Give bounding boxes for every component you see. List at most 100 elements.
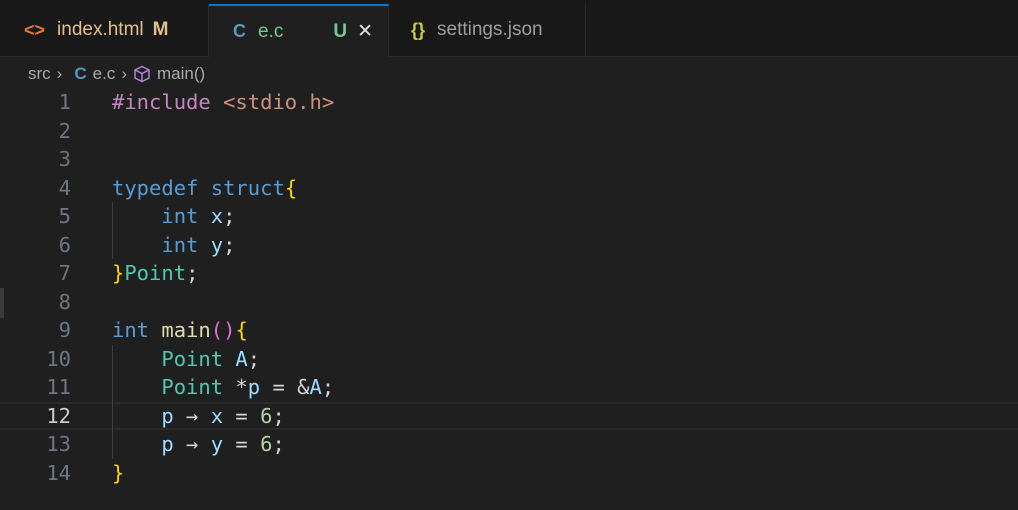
code-line[interactable]: 9 int main(){	[0, 316, 1018, 345]
close-icon[interactable]: ✕	[357, 20, 373, 43]
line-number: 10	[46, 346, 71, 371]
token-plain: ;	[223, 232, 236, 257]
line-text: }	[112, 459, 124, 488]
token-plain: →	[173, 403, 211, 428]
chevron-right-icon: ›	[121, 64, 127, 83]
token-type: Point	[112, 375, 236, 399]
line-number: 11	[46, 375, 71, 399]
token-plain: →	[173, 432, 211, 456]
token-num: 6	[260, 432, 273, 456]
token-brace1: {	[235, 318, 248, 342]
line-number: 9	[58, 318, 71, 342]
token-plain: ;	[272, 403, 285, 428]
line-number: 4	[58, 175, 71, 200]
token-keyword: typedef	[112, 175, 211, 200]
token-type: Point	[124, 261, 187, 285]
token-brace1: }	[112, 460, 125, 485]
tab-index-html[interactable]: <> index.html M	[0, 4, 209, 56]
json-file-icon: {}	[411, 19, 426, 40]
code-line[interactable]: 13 p → y = 6;	[0, 430, 1018, 459]
tab-bar: <> index.html M C e.c U ✕ {} settings.js…	[0, 0, 1018, 57]
breadcrumb-symbol[interactable]: main()	[157, 64, 205, 84]
token-brace1: }	[112, 261, 125, 285]
token-pre: #include	[112, 90, 224, 114]
code-line[interactable]: 7}Point;	[0, 259, 1018, 288]
token-keyword: int	[112, 232, 211, 257]
line-number: 8	[58, 289, 71, 314]
chevron-right-icon: ›	[56, 64, 63, 83]
code-line[interactable]: 12 p → x = 6;	[0, 401, 1018, 430]
token-plain: *	[235, 375, 248, 399]
line-number: 5	[58, 204, 71, 228]
line-number: 6	[58, 232, 71, 257]
code-line[interactable]: 10 Point A;	[0, 345, 1018, 374]
token-var: p	[247, 375, 261, 399]
line-text: int x;	[112, 202, 235, 231]
modified-badge: M	[152, 19, 169, 40]
line-number: 7	[58, 261, 71, 285]
token-plain: ;	[272, 432, 285, 456]
line-number: 12	[46, 403, 71, 428]
tab-label: index.html	[57, 19, 144, 40]
token-keyword: struct	[210, 175, 285, 200]
line-number: 1	[58, 90, 71, 114]
breadcrumb-file[interactable]: e.c	[93, 64, 116, 84]
tab-label: settings.json	[437, 19, 543, 40]
token-var: y	[210, 232, 224, 257]
token-plain: = &	[260, 375, 310, 399]
indent-guide	[112, 202, 113, 259]
code-line[interactable]: 6 int y;	[0, 231, 1018, 260]
token-var: p	[112, 432, 174, 456]
line-text: Point *p = &A;	[112, 373, 334, 402]
c-file-icon: C	[233, 21, 246, 41]
line-text: p → y = 6;	[112, 430, 285, 459]
token-var: A	[309, 375, 322, 399]
token-plain: ;	[321, 375, 335, 399]
tab-label: e.c	[258, 20, 284, 42]
c-file-icon: C	[74, 64, 87, 83]
code-line[interactable]: 4 typedef struct{	[0, 174, 1018, 203]
token-keyword: int	[112, 204, 211, 228]
line-text: Point A;	[112, 345, 260, 374]
token-num: 6	[260, 403, 273, 428]
token-plain: ;	[223, 204, 236, 228]
token-plain: ;	[186, 261, 199, 285]
line-text: }Point;	[112, 259, 198, 288]
code-line[interactable]: 8	[0, 288, 1018, 317]
line-text: int y;	[112, 231, 235, 260]
line-text: typedef struct{	[112, 174, 297, 203]
code-line[interactable]: 5 int x;	[0, 202, 1018, 231]
tab-e-c[interactable]: C e.c U ✕	[209, 4, 389, 57]
code-line[interactable]: 11 Point *p = &A;	[0, 373, 1018, 402]
html-file-icon: <>	[24, 19, 46, 40]
code-line[interactable]: 3	[0, 145, 1018, 174]
breadcrumb: src › C e.c › main()	[28, 62, 205, 86]
token-var: p	[112, 403, 174, 428]
line-number: 14	[46, 460, 71, 485]
token-brace2: ()	[210, 318, 236, 342]
token-func: main	[161, 318, 211, 342]
breadcrumb-folder[interactable]: src	[28, 64, 51, 84]
code-line[interactable]: 1 #include <stdio.h>	[0, 88, 1018, 117]
indent-guide	[112, 344, 113, 459]
tab-settings-json[interactable]: {} settings.json	[389, 4, 586, 56]
line-number: 13	[46, 432, 71, 456]
untracked-badge: U	[333, 20, 348, 42]
token-plain: =	[223, 432, 261, 456]
line-number: 3	[58, 147, 71, 171]
code-editor[interactable]: 1 #include <stdio.h> 2 3 4 typedef struct{5 i…	[0, 88, 1018, 487]
line-text: p → x = 6;	[112, 403, 285, 429]
token-var: x	[210, 403, 224, 428]
symbol-method-icon	[134, 65, 150, 83]
token-type: Point	[112, 346, 236, 371]
token-brace1: {	[284, 175, 298, 200]
token-plain: =	[223, 403, 261, 428]
line-number: 2	[58, 118, 71, 143]
token-keyword: int	[112, 318, 162, 342]
line-text: #include <stdio.h>	[112, 88, 334, 117]
code-line[interactable]: 2	[0, 117, 1018, 146]
token-var: y	[210, 432, 224, 456]
token-var: A	[235, 346, 248, 371]
code-line[interactable]: 14}	[0, 459, 1018, 488]
line-text: int main(){	[112, 316, 248, 345]
